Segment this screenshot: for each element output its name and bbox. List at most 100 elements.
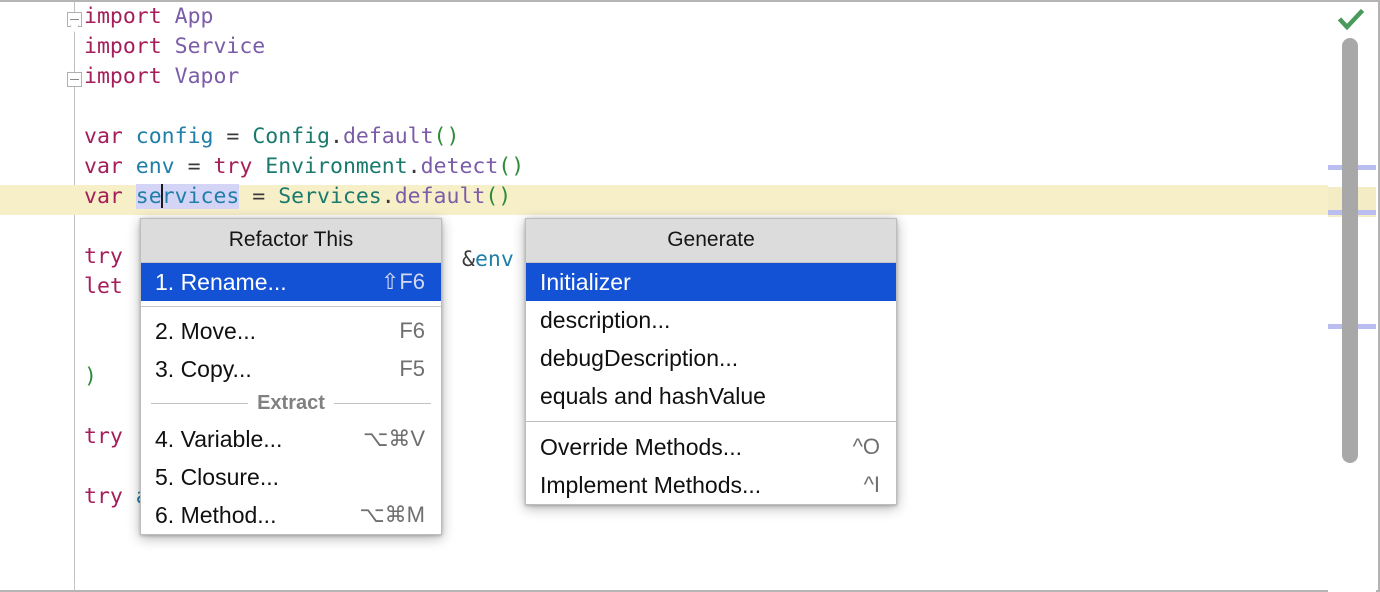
code-line: import App	[84, 2, 524, 32]
editor-gutter[interactable]	[0, 2, 82, 590]
menu-item-label: 6. Method...	[155, 501, 277, 528]
fold-guide-line	[74, 2, 75, 582]
code-token: ()	[485, 184, 512, 209]
ide-editor-window: import App import Service import Vapor var…	[0, 0, 1380, 592]
code-token: Vapor	[174, 64, 240, 89]
refactor-menu-divider	[141, 306, 441, 307]
refactor-this-menu[interactable]: Refactor This 1. Rename... ⇧F6 2. Move... F…	[140, 218, 442, 535]
menu-item-label: equals and hashValue	[540, 382, 766, 409]
scrollbar-thumb[interactable]	[1342, 38, 1358, 463]
code-token: try	[213, 154, 253, 179]
menu-item[interactable]: 4. Variable... ⌥⌘V	[141, 420, 441, 458]
ampersand-glyph: &	[462, 247, 475, 272]
code-token: config	[135, 124, 214, 149]
code-token: Services	[278, 184, 382, 209]
menu-item[interactable]: equals and hashValue	[526, 377, 896, 415]
code-token: default	[394, 184, 486, 209]
menu-item[interactable]: Initializer	[526, 263, 896, 301]
menu-item-label: Initializer	[540, 268, 631, 295]
extract-label-text: Extract	[257, 392, 325, 414]
menu-item-label: 4. Variable...	[155, 425, 283, 452]
menu-item[interactable]: 5. Closure...	[141, 458, 441, 496]
code-token: se	[135, 184, 162, 209]
code-token: detect	[420, 154, 499, 179]
menu-item-label: 3. Copy...	[155, 355, 252, 382]
code-token: =	[239, 184, 279, 209]
menu-item[interactable]: 6. Method... ⌥⌘M	[141, 496, 441, 534]
code-line: var services = Services.default()	[84, 182, 524, 212]
menu-item-label: description...	[540, 306, 671, 333]
code-token: import	[84, 34, 162, 59]
code-token: Service	[174, 34, 266, 59]
code-token: import	[84, 4, 162, 29]
generate-menu-divider	[526, 421, 896, 422]
group-rule-left	[151, 403, 249, 404]
menu-item[interactable]: Implement Methods... ^I	[526, 466, 896, 504]
editor-right-strip[interactable]	[1328, 4, 1376, 592]
extract-group-label: Extract	[141, 388, 441, 420]
menu-item-shortcut: ⇧F6	[380, 269, 425, 294]
menu-item-shortcut: ⌥⌘M	[359, 502, 425, 527]
menu-item[interactable]: debugDescription...	[526, 339, 896, 377]
code-token: let	[84, 274, 123, 299]
menu-item[interactable]: Override Methods... ^O	[526, 428, 896, 466]
identifier-env: env	[474, 247, 514, 272]
refactor-menu-items[interactable]: 1. Rename... ⇧F6 2. Move... F6 3. Copy... F5	[141, 263, 441, 388]
code-token: .	[381, 184, 395, 209]
menu-item-shortcut: ⌥⌘V	[362, 426, 425, 451]
code-token: .	[407, 154, 421, 179]
vertical-scrollbar[interactable]	[1338, 34, 1364, 564]
code-token: try	[84, 484, 123, 509]
menu-item[interactable]: description...	[526, 301, 896, 339]
code-line: import Service	[84, 32, 524, 62]
code-token: var	[84, 124, 123, 149]
menu-item-label: Override Methods...	[540, 433, 742, 460]
code-token: =	[213, 124, 253, 149]
extract-menu-items[interactable]: 4. Variable... ⌥⌘V 5. Closure... 6. Method.…	[141, 420, 441, 534]
fold-collapse-bottom-icon[interactable]	[67, 72, 82, 87]
menu-item-shortcut: F6	[399, 318, 425, 343]
menu-item-label: debugDescription...	[540, 344, 739, 371]
code-token: env	[135, 154, 175, 179]
generate-methods-items[interactable]: Override Methods... ^O Implement Methods..…	[526, 428, 896, 504]
text-caret	[160, 184, 163, 208]
generate-menu[interactable]: Generate Initializer description... debugD…	[525, 218, 897, 505]
menu-item-label: 1. Rename...	[155, 268, 287, 295]
fold-collapse-top-icon[interactable]	[67, 12, 82, 27]
menu-item[interactable]: 1. Rename... ⇧F6	[141, 263, 441, 301]
code-token: )	[84, 364, 97, 389]
code-line: var env = try Environment.detect()	[84, 152, 524, 182]
menu-item[interactable]: 3. Copy... F5	[141, 350, 441, 388]
code-token: ()	[433, 124, 460, 149]
refactor-menu-title: Refactor This	[141, 219, 441, 263]
menu-item-label: 5. Closure...	[155, 463, 279, 490]
generate-menu-title: Generate	[526, 219, 896, 263]
code-line: var config = Config.default()	[84, 122, 524, 152]
menu-item[interactable]: 2. Move... F6	[141, 312, 441, 350]
code-token: =	[174, 154, 214, 179]
code-token: var	[84, 154, 123, 179]
code-token: try	[84, 244, 123, 269]
menu-item-label: Implement Methods...	[540, 471, 762, 498]
code-token: .	[329, 124, 343, 149]
code-token: App	[174, 4, 214, 29]
generate-menu-items[interactable]: Initializer description... debugDescriptio…	[526, 263, 896, 415]
code-token: default	[342, 124, 434, 149]
code-line: import Vapor	[84, 62, 524, 92]
code-token: ()	[498, 154, 525, 179]
code-token: rvices	[161, 184, 240, 209]
code-fragment-env: &env	[462, 245, 514, 275]
green-check-icon[interactable]	[1338, 8, 1364, 32]
code-token: Config	[252, 124, 330, 149]
code-token: import	[84, 64, 162, 89]
code-token: var	[84, 184, 123, 209]
